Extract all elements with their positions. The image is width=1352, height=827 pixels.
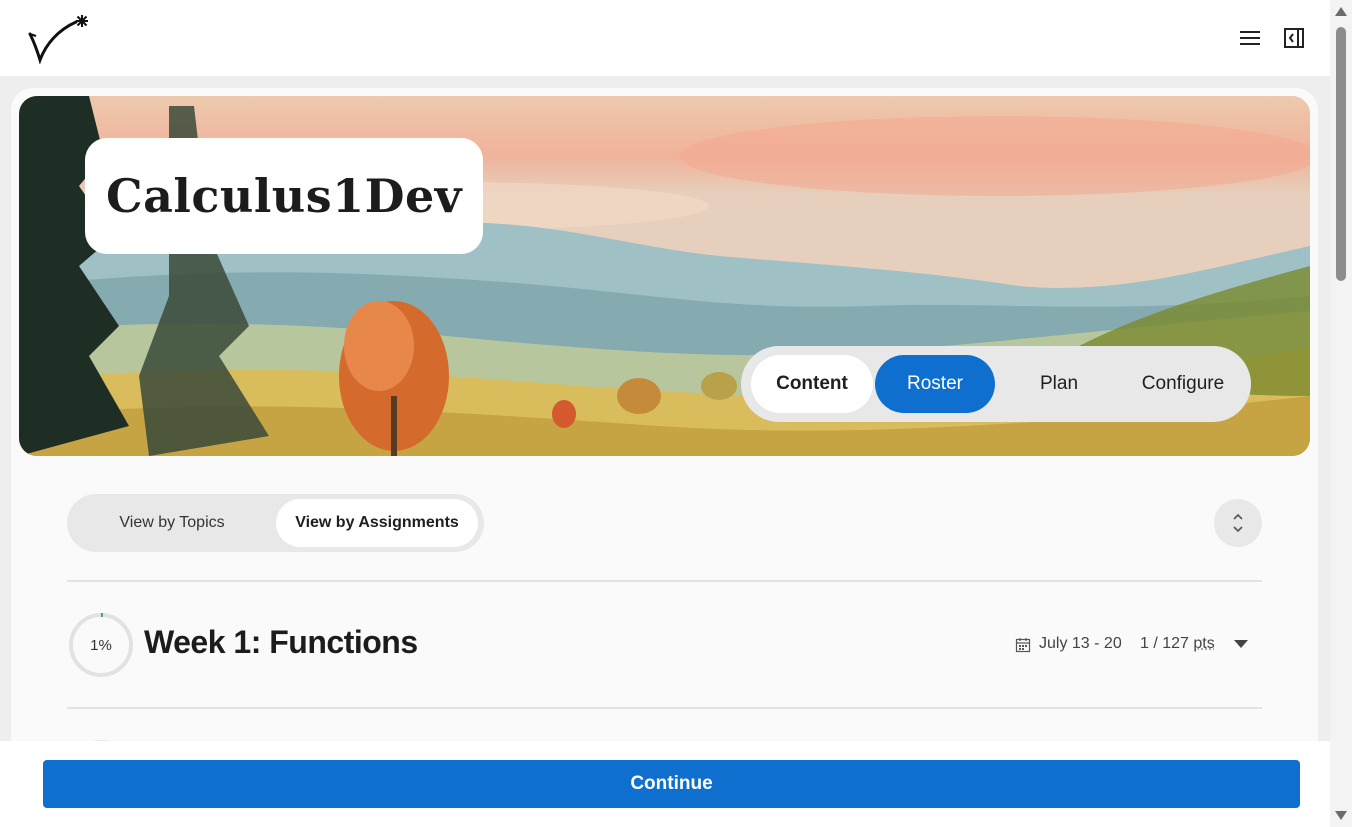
continue-button[interactable]: Continue [43, 760, 1300, 808]
scroll-up-arrow-icon[interactable] [1334, 5, 1348, 17]
calendar-icon [1015, 638, 1031, 653]
week-points: 1 / 127 pts [1140, 635, 1215, 653]
scrollbar-thumb[interactable] [1336, 27, 1346, 281]
course-nav-tabs: Content Roster Plan Configure [741, 346, 1251, 422]
view-toggle: View by Topics View by Assignments [67, 494, 484, 552]
view-by-topics-option[interactable]: View by Topics [73, 499, 271, 547]
tab-plan[interactable]: Plan [999, 355, 1119, 413]
view-by-assignments-option[interactable]: View by Assignments [276, 499, 478, 547]
divider [67, 580, 1262, 582]
hero-banner: Calculus1Dev Content Roster Plan Configu… [19, 96, 1310, 456]
divider [67, 707, 1262, 709]
scroll-down-arrow-icon[interactable] [1334, 810, 1348, 822]
points-value: 1 / 127 [1140, 635, 1189, 652]
points-unit: pts [1193, 635, 1215, 652]
chevron-down-icon[interactable] [1232, 637, 1250, 651]
week-date-range: July 13 - 20 [1039, 635, 1122, 652]
tab-configure[interactable]: Configure [1123, 355, 1243, 413]
course-title-box: Calculus1Dev [85, 138, 483, 254]
footer-bar: Continue [0, 741, 1330, 827]
tab-roster[interactable]: Roster [875, 355, 995, 413]
week-title[interactable]: Week 1: Functions [144, 624, 418, 661]
tab-content[interactable]: Content [751, 355, 873, 413]
expand-collapse-icon[interactable] [1214, 499, 1262, 547]
week-progress-label: 1% [90, 636, 112, 654]
course-card: Calculus1Dev Content Roster Plan Configu… [11, 88, 1318, 827]
course-title: Calculus1Dev [105, 169, 463, 223]
side-panel-toggle-icon[interactable] [1282, 26, 1306, 50]
hamburger-menu-icon[interactable] [1238, 26, 1264, 50]
checkmark-star-logo[interactable] [26, 12, 92, 64]
scrollbar[interactable] [1330, 0, 1352, 827]
top-bar [0, 0, 1330, 76]
